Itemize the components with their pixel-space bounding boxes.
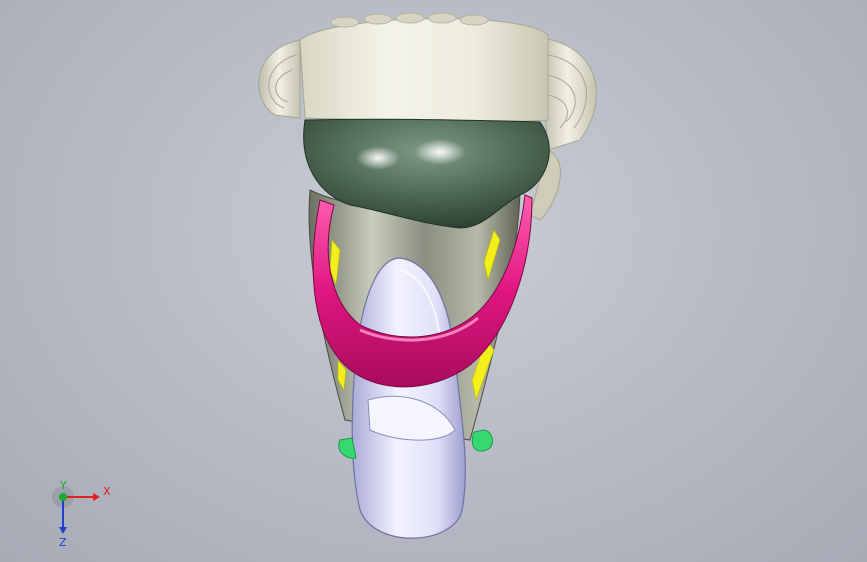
y-axis-label: Y bbox=[59, 480, 67, 492]
3d-viewport[interactable]: X Y Z bbox=[0, 0, 867, 562]
x-axis-label: X bbox=[103, 485, 111, 498]
x-axis-arrow bbox=[93, 493, 100, 501]
rim-highlight bbox=[414, 139, 466, 165]
z-axis-label: Z bbox=[59, 536, 67, 549]
axis-triad: X Y Z bbox=[52, 480, 111, 549]
rim-highlight bbox=[356, 146, 400, 170]
z-axis-arrow bbox=[59, 527, 67, 534]
y-axis-dot bbox=[59, 493, 67, 501]
3d-model[interactable] bbox=[0, 0, 867, 562]
top-cap[interactable] bbox=[299, 18, 549, 123]
